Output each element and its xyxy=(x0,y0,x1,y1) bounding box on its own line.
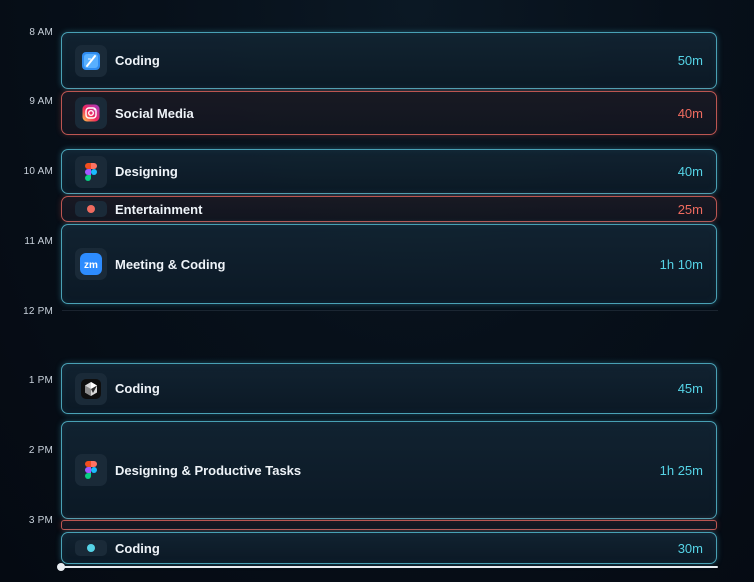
activity-label: Meeting & Coding xyxy=(115,256,226,272)
activity-label: Entertainment xyxy=(115,201,203,217)
figma-icon xyxy=(75,454,107,486)
activity-label: Coding xyxy=(115,381,160,396)
dot-icon xyxy=(75,540,107,556)
time-label-11am: 11 AM xyxy=(24,236,53,247)
time-label-9am: 9 AM xyxy=(29,96,53,107)
cursor-app-icon xyxy=(75,372,107,405)
figma-icon xyxy=(75,155,107,188)
zoom-icon: zm xyxy=(75,248,107,280)
activity-label: Coding xyxy=(115,53,160,68)
xcode-icon xyxy=(75,44,107,77)
activity-duration: 50m xyxy=(677,53,703,68)
svg-text:zm: zm xyxy=(84,260,98,271)
activity-duration: 40m xyxy=(677,105,703,121)
hour-divider xyxy=(62,310,718,311)
activity-duration: 1h 10m xyxy=(659,256,703,272)
activity-duration: 45m xyxy=(677,381,703,396)
activity-label: Designing & Productive Tasks xyxy=(115,462,302,478)
time-label-3pm: 3 PM xyxy=(28,515,53,526)
activity-block-entertainment[interactable]: Entertainment 25m xyxy=(61,196,717,222)
activity-block-coding[interactable]: Coding 45m xyxy=(61,363,717,414)
activity-block-social-media[interactable]: Social Media 40m xyxy=(61,91,717,135)
activity-block-designing[interactable]: Designing 40m xyxy=(61,149,717,194)
activity-label: Social Media xyxy=(115,105,194,121)
activity-block-coding[interactable]: Coding 30m xyxy=(61,532,717,564)
activity-label: Designing xyxy=(115,164,178,179)
activity-block-meeting-coding[interactable]: zm Meeting & Coding 1h 10m xyxy=(61,224,717,304)
time-label-12pm: 12 PM xyxy=(23,306,53,317)
time-label-1pm: 1 PM xyxy=(28,375,53,386)
activity-duration: 30m xyxy=(677,540,703,556)
activity-duration: 40m xyxy=(677,164,703,179)
time-label-10am: 10 AM xyxy=(23,166,53,177)
instagram-icon xyxy=(75,97,107,129)
activity-block-coding[interactable]: Coding 50m xyxy=(61,32,717,89)
activity-duration: 25m xyxy=(677,201,703,217)
time-label-8am: 8 AM xyxy=(29,27,53,38)
activity-block-designing-productive[interactable]: Designing & Productive Tasks 1h 25m xyxy=(61,421,717,519)
activity-label: Coding xyxy=(115,540,160,556)
activity-block-distracting[interactable] xyxy=(61,520,717,530)
current-time-handle[interactable] xyxy=(57,563,65,571)
time-label-2pm: 2 PM xyxy=(28,445,53,456)
dot-icon xyxy=(75,201,107,217)
activity-duration: 1h 25m xyxy=(659,462,703,478)
current-time-line xyxy=(61,566,718,568)
